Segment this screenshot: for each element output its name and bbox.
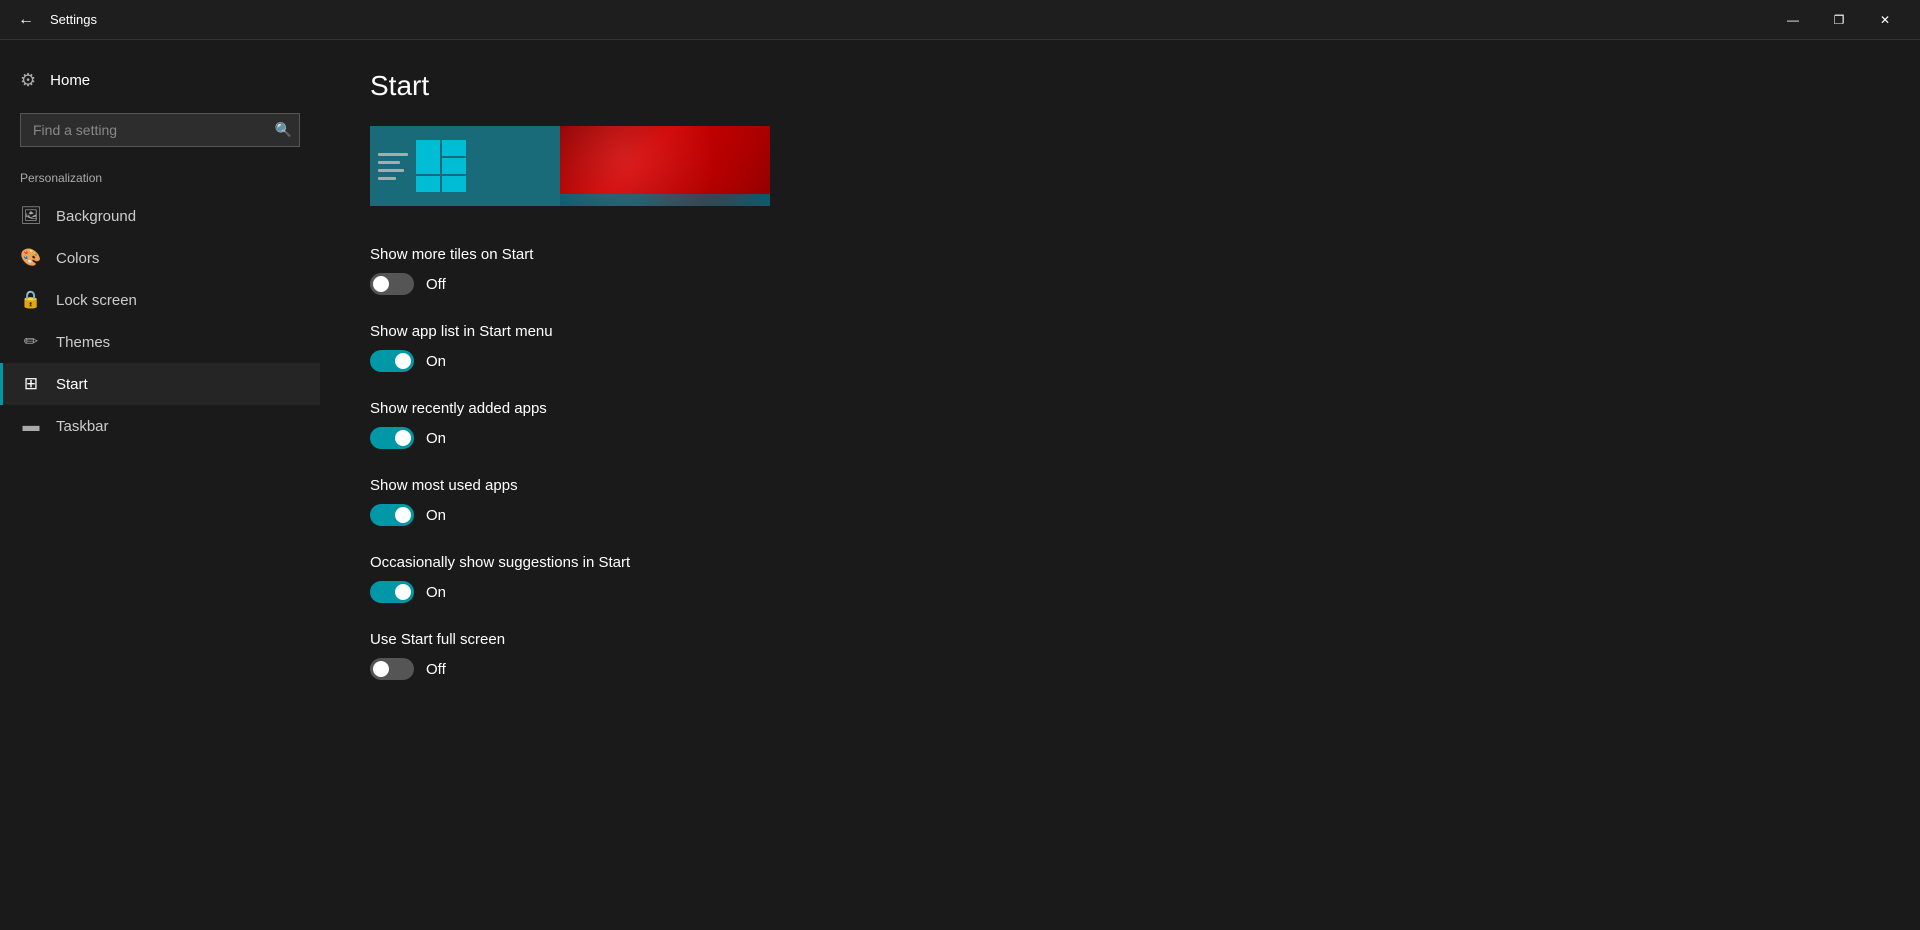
setting-label-more-tiles: Show more tiles on Start [370, 246, 1870, 263]
sidebar-item-colors[interactable]: 🎨 Colors [0, 237, 320, 279]
sidebar-themes-label: Themes [56, 334, 110, 351]
setting-row-full-screen: Use Start full screen Off [370, 631, 1870, 680]
sidebar-background-label: Background [56, 208, 136, 225]
maximize-button[interactable]: ❐ [1816, 0, 1862, 40]
setting-label-most-used: Show most used apps [370, 477, 1870, 494]
toggle-state-suggestions: On [426, 584, 446, 601]
sidebar-item-home[interactable]: ⚙ Home [0, 60, 320, 101]
settings-container: Show more tiles on Start Off Show app list… [370, 246, 1870, 680]
preview-tile-5 [442, 176, 466, 192]
titlebar: ← Settings — ❐ ✕ [0, 0, 1920, 40]
sidebar-item-background[interactable]: 🖼 Background [0, 195, 320, 237]
window-title: Settings [50, 12, 1760, 27]
start-preview [370, 126, 770, 206]
toggle-row-suggestions: On [370, 581, 1870, 603]
search-input[interactable] [20, 113, 300, 147]
back-button[interactable]: ← [12, 6, 40, 34]
preview-line-1 [378, 153, 408, 156]
close-button[interactable]: ✕ [1862, 0, 1908, 40]
setting-row-more-tiles: Show more tiles on Start Off [370, 246, 1870, 295]
sidebar-lock-screen-label: Lock screen [56, 292, 137, 309]
preview-tile-1 [416, 140, 440, 174]
taskbar-icon: ▬ [20, 416, 42, 436]
toggle-knob-more-tiles [373, 276, 389, 292]
content-area: Start [320, 40, 1920, 930]
toggle-state-recently-added: On [426, 430, 446, 447]
setting-label-recently-added: Show recently added apps [370, 400, 1870, 417]
background-icon: 🖼 [20, 206, 42, 226]
page-title: Start [370, 70, 1870, 102]
preview-line-4 [378, 177, 396, 180]
toggle-state-full-screen: Off [426, 661, 446, 678]
preview-tiles [416, 140, 466, 192]
search-box: 🔍 [20, 113, 300, 147]
toggle-knob-most-used [395, 507, 411, 523]
preview-lines [378, 153, 408, 180]
toggle-more-tiles[interactable] [370, 273, 414, 295]
preview-tile-3 [442, 158, 466, 174]
toggle-knob-app-list [395, 353, 411, 369]
section-label: Personalization [0, 167, 320, 195]
toggle-row-recently-added: On [370, 427, 1870, 449]
setting-row-suggestions: Occasionally show suggestions in Start On [370, 554, 1870, 603]
toggle-row-more-tiles: Off [370, 273, 1870, 295]
window-controls: — ❐ ✕ [1770, 0, 1908, 40]
lock-screen-icon: 🔒 [20, 290, 42, 310]
preview-line-2 [378, 161, 400, 164]
setting-label-full-screen: Use Start full screen [370, 631, 1870, 648]
setting-label-suggestions: Occasionally show suggestions in Start [370, 554, 1870, 571]
sidebar: ⚙ Home 🔍 Personalization 🖼 Background 🎨 … [0, 40, 320, 930]
minimize-button[interactable]: — [1770, 0, 1816, 40]
themes-icon: ✏ [20, 332, 42, 352]
sidebar-start-label: Start [56, 376, 88, 393]
toggle-state-app-list: On [426, 353, 446, 370]
toggle-app-list[interactable] [370, 350, 414, 372]
toggle-knob-full-screen [373, 661, 389, 677]
search-icon[interactable]: 🔍 [275, 122, 292, 139]
toggle-state-more-tiles: Off [426, 276, 446, 293]
colors-icon: 🎨 [20, 248, 42, 268]
preview-right [560, 126, 770, 206]
preview-line-3 [378, 169, 404, 172]
sidebar-item-taskbar[interactable]: ▬ Taskbar [0, 405, 320, 447]
toggle-row-most-used: On [370, 504, 1870, 526]
home-icon: ⚙ [20, 70, 36, 91]
toggle-full-screen[interactable] [370, 658, 414, 680]
toggle-knob-suggestions [395, 584, 411, 600]
toggle-knob-recently-added [395, 430, 411, 446]
app-container: ⚙ Home 🔍 Personalization 🖼 Background 🎨 … [0, 40, 1920, 930]
setting-label-app-list: Show app list in Start menu [370, 323, 1870, 340]
sidebar-colors-label: Colors [56, 250, 99, 267]
home-label: Home [50, 72, 90, 89]
preview-tile-4 [416, 176, 440, 192]
preview-bottom-bar [560, 194, 770, 206]
setting-row-most-used: Show most used apps On [370, 477, 1870, 526]
toggle-state-most-used: On [426, 507, 446, 524]
sidebar-item-start[interactable]: ⊞ Start [0, 363, 320, 405]
sidebar-taskbar-label: Taskbar [56, 418, 109, 435]
toggle-suggestions[interactable] [370, 581, 414, 603]
preview-tile-2 [442, 140, 466, 156]
toggle-row-app-list: On [370, 350, 1870, 372]
preview-left [370, 126, 560, 206]
setting-row-recently-added: Show recently added apps On [370, 400, 1870, 449]
sidebar-item-themes[interactable]: ✏ Themes [0, 321, 320, 363]
start-icon: ⊞ [20, 374, 42, 394]
toggle-row-full-screen: Off [370, 658, 1870, 680]
toggle-most-used[interactable] [370, 504, 414, 526]
setting-row-app-list: Show app list in Start menu On [370, 323, 1870, 372]
toggle-recently-added[interactable] [370, 427, 414, 449]
sidebar-item-lock-screen[interactable]: 🔒 Lock screen [0, 279, 320, 321]
